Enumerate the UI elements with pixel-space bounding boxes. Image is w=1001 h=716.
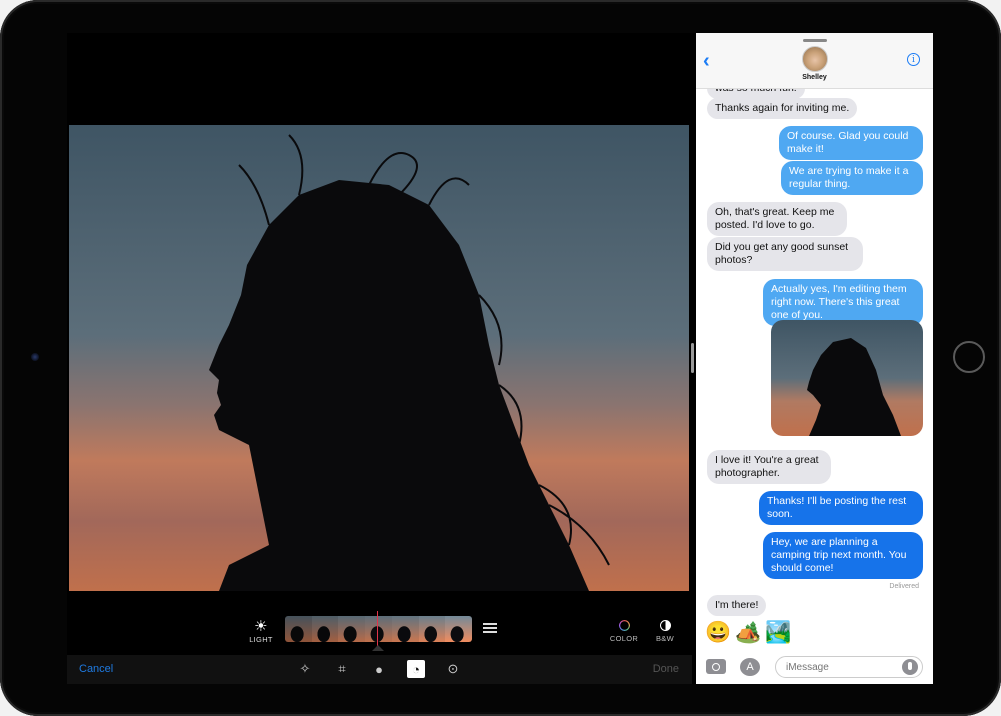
silhouette-photo (69, 125, 689, 591)
message-bubble-sent: Of course. Glad you could make it! (779, 126, 923, 160)
filmstrip-frame (418, 616, 446, 642)
contrast-icon (659, 620, 671, 631)
split-view-handle[interactable] (691, 343, 694, 373)
message-thread: was so much fun. Thanks again for inviti… (696, 73, 933, 621)
compose-bar: A (696, 653, 933, 684)
message-bubble-received: I'm there! (707, 595, 767, 616)
photo-canvas[interactable] (69, 125, 689, 591)
screen: ☀ LIGHT COLOR B&W Cancel ✧ ⌗ ● ◔ ⊙ Done … (67, 33, 933, 684)
filmstrip-frame (311, 616, 339, 642)
done-button[interactable]: Done (653, 663, 679, 675)
playhead-indicator (372, 645, 384, 651)
adjustments-bar: ☀ LIGHT COLOR B&W (67, 605, 692, 655)
more-icon[interactable]: ⊙ (443, 659, 463, 679)
filters-icon[interactable]: ● (369, 659, 389, 679)
image-message[interactable] (771, 320, 923, 436)
slide-over-grabber[interactable] (803, 39, 827, 42)
magic-wand-icon[interactable]: ✧ (295, 659, 315, 679)
ipad-device: ☀ LIGHT COLOR B&W Cancel ✧ ⌗ ● ◔ ⊙ Done … (0, 0, 1001, 716)
filmstrip-frame (285, 616, 312, 642)
grinning-face-emoji[interactable]: 😀 (705, 621, 731, 649)
message-bubble-received: Oh, that's great. Keep me posted. I'd lo… (707, 202, 847, 236)
message-bubble-received: Did you get any good sunset photos? (707, 237, 863, 271)
light-filmstrip-slider[interactable] (285, 616, 472, 642)
color-tool[interactable]: COLOR (607, 619, 641, 643)
light-tool[interactable]: ☀ LIGHT (247, 618, 275, 645)
filmstrip-frame (365, 616, 392, 642)
message-bubble-sent: Thanks! I'll be posting the rest soon. (759, 491, 923, 525)
emoji-suggestions: 😀 🏕️ 🏞️ (705, 621, 791, 649)
light-label: LIGHT (249, 635, 273, 644)
list-icon[interactable] (483, 623, 497, 635)
front-camera (31, 353, 39, 361)
color-label: COLOR (609, 634, 639, 643)
message-bubble-received: I love it! You're a great photographer. (707, 450, 831, 484)
app-store-icon[interactable]: A (740, 658, 760, 676)
camera-icon[interactable] (706, 659, 726, 674)
bw-label: B&W (656, 634, 674, 643)
silhouette-sunset-photo (771, 320, 923, 436)
crop-rotate-icon[interactable]: ⌗ (332, 659, 352, 679)
microphone-icon[interactable] (902, 659, 918, 675)
message-bubble-sent: Hey, we are planning a camping trip next… (763, 532, 923, 579)
edit-toolbar: Cancel ✧ ⌗ ● ◔ ⊙ Done (67, 655, 692, 684)
contact-name[interactable]: Shelley (696, 74, 933, 81)
message-bubble-sent: We are trying to make it a regular thing… (781, 161, 923, 195)
chevron-left-icon[interactable]: ‹ (703, 50, 710, 73)
camping-emoji[interactable]: 🏕️ (735, 621, 761, 649)
photos-editor: ☀ LIGHT COLOR B&W Cancel ✧ ⌗ ● ◔ ⊙ Done (67, 33, 692, 684)
adjust-dial-icon[interactable]: ◔ (407, 660, 425, 678)
info-icon[interactable]: i (907, 53, 920, 66)
messages-app: ‹ Shelley i was so much fun. Thanks agai… (696, 33, 933, 684)
color-ring-icon (618, 620, 630, 631)
delivered-status: Delivered (889, 583, 919, 590)
slider-playhead[interactable] (377, 611, 378, 649)
bw-tool[interactable]: B&W (648, 619, 682, 643)
filmstrip-frame (445, 616, 472, 642)
message-bubble-sent: Actually yes, I'm editing them right now… (763, 279, 923, 326)
national-park-emoji[interactable]: 🏞️ (765, 621, 791, 649)
conversation-header: ‹ Shelley i (696, 33, 933, 89)
home-button[interactable] (953, 341, 985, 373)
filmstrip-frame (391, 616, 419, 642)
cancel-button[interactable]: Cancel (79, 663, 113, 675)
avatar[interactable] (802, 46, 828, 72)
filmstrip-frame (338, 616, 366, 642)
sun-icon: ☀ (254, 618, 268, 635)
imessage-input[interactable] (775, 656, 923, 678)
message-bubble-received: Thanks again for inviting me. (707, 98, 858, 119)
